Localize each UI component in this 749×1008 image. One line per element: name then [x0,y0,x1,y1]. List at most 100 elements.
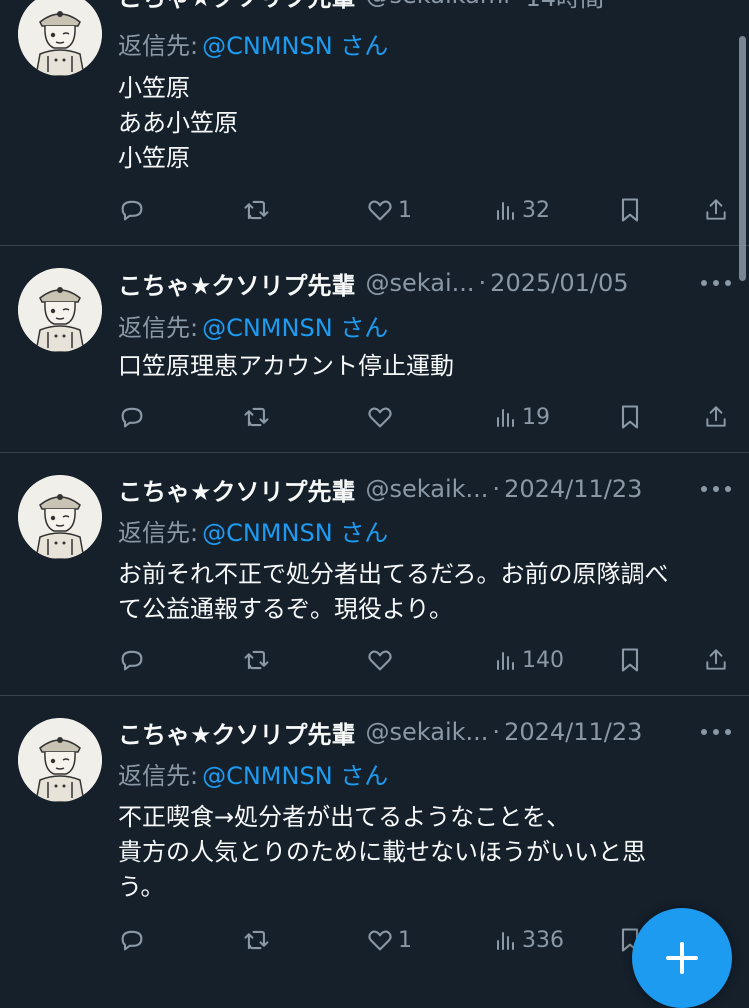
reply-button[interactable] [118,642,146,678]
like-button[interactable]: 1 [366,922,412,958]
bookmark-button[interactable] [618,192,642,228]
view-count: 32 [522,197,550,223]
more-button[interactable] [701,725,731,739]
reply-to-link[interactable]: @CNMNSN さん [202,519,388,547]
tweet-header: こちゃ★クソリプ先輩 @sekaik... · 2024/11/23 [118,472,749,506]
heart-icon [368,930,392,951]
views-icon [497,409,514,427]
more-icon [713,280,719,286]
tweet-text-line: 不正喫食→処分者が出てるようなことを、 [118,803,571,831]
scrollbar[interactable] [739,36,746,281]
views-button[interactable]: 19 [494,399,550,435]
retweet-button[interactable] [242,192,272,228]
timestamp[interactable]: 2025/01/05 [490,269,628,297]
display-name[interactable]: こちゃ★クソリプ先輩 [118,266,356,301]
more-icon [725,729,731,735]
reply-to-link[interactable]: @CNMNSN さん [202,314,388,342]
like-count: 1 [398,927,412,953]
like-button[interactable]: 1 [366,192,412,228]
tweet-text: 不正喫食→処分者が出てるようなことを、 貴方の人気とりのために載せないほうがいい… [118,800,729,905]
avatar[interactable] [18,475,102,559]
user-handle[interactable]: @sekaikami [366,0,510,9]
retweet-icon [244,650,269,670]
retweet-button[interactable] [242,399,272,435]
tweet-text-line: 小笠原 [118,144,190,172]
separator-dot: · [492,475,501,503]
timestamp[interactable]: 2024/11/23 [504,475,642,503]
views-button[interactable]: 336 [494,922,564,958]
display-name[interactable]: こちゃ★クソリプ先輩 [118,0,356,13]
reply-icon [121,930,143,951]
tweet[interactable]: こちゃ★クソリプ先輩 @sekai... · 2025/01/05 返信先: @C… [0,246,749,453]
avatar[interactable] [18,718,102,802]
reply-label: 返信先: [118,519,199,547]
user-handle[interactable]: @sekai... [366,269,475,297]
more-icon [713,729,719,735]
views-button[interactable]: 32 [494,192,550,228]
more-icon [701,486,707,492]
retweet-button[interactable] [242,642,272,678]
tweet[interactable]: こちゃ★クソリプ先輩 @sekaik... · 2024/11/23 返信先: @… [0,696,749,965]
timestamp[interactable]: 14時間 [526,0,605,13]
more-button[interactable] [701,482,731,496]
display-name[interactable]: こちゃ★クソリプ先輩 [118,715,356,750]
retweet-icon [244,200,269,220]
bookmark-button[interactable] [618,399,642,435]
reply-button[interactable] [118,399,146,435]
tweet-header: こちゃ★クソリプ先輩 @sekaikami · 14時間 [118,0,749,12]
bookmark-icon [621,405,639,429]
retweet-icon [244,930,269,950]
reply-label: 返信先: [118,314,199,342]
tweet-text-line: て公益通報するぞ。現役より。 [118,595,454,623]
views-icon [497,202,514,220]
reply-to-link[interactable]: @CNMNSN さん [202,32,388,60]
like-button[interactable] [366,399,398,435]
compose-button[interactable] [632,908,732,1008]
more-icon [701,729,707,735]
tweet-text-line: 貴方の人気とりのために載せないほうがいいと思 [118,838,646,866]
tweet-text-line: ああ小笠原 [118,109,238,137]
display-name[interactable]: こちゃ★クソリプ先輩 [118,472,356,507]
views-button[interactable]: 140 [494,642,564,678]
bookmark-icon [621,648,639,672]
avatar[interactable] [18,268,102,352]
tweet-text: 小笠原 ああ小笠原 小笠原 [118,71,729,176]
user-handle[interactable]: @sekaik... [366,718,489,746]
tweet-text-line: 小笠原 [118,74,190,102]
tweet-actions: 140 [0,642,749,678]
avatar[interactable] [18,0,102,76]
tweet-text: お前それ不正で処分者出てるだろ。お前の原隊調べ て公益通報するぞ。現役より。 [118,557,729,627]
more-icon [713,486,719,492]
bookmark-button[interactable] [618,642,642,678]
view-count: 336 [522,927,564,953]
reply-icon [121,200,143,221]
tweet[interactable]: こちゃ★クソリプ先輩 @sekaik... · 2024/11/23 返信先: @… [0,453,749,696]
more-button[interactable] [701,276,731,290]
timestamp[interactable]: 2024/11/23 [504,718,642,746]
reply-label: 返信先: [118,32,199,60]
views-icon [497,932,514,950]
tweet-actions: 19 [0,399,749,435]
avatar-image [18,0,102,76]
like-count: 1 [398,197,412,223]
retweet-button[interactable] [242,922,272,958]
share-icon [706,199,726,220]
share-button[interactable] [703,642,729,678]
tweet-header: こちゃ★クソリプ先輩 @sekaik... · 2024/11/23 [118,715,749,749]
user-handle[interactable]: @sekaik... [366,475,489,503]
reply-button[interactable] [118,922,146,958]
heart-icon [368,200,392,221]
reply-to-link[interactable]: @CNMNSN さん [202,762,388,790]
reply-icon [121,650,143,671]
tweet-text: 口笠原理恵アカウント停止運動 [118,349,729,384]
reply-icon [121,407,143,428]
like-button[interactable] [366,642,398,678]
share-button[interactable] [703,192,729,228]
tweet[interactable]: こちゃ★クソリプ先輩 @sekaikami · 14時間 返信先:@CNMNSN… [0,0,749,246]
separator-dot: · [514,0,522,9]
share-button[interactable] [703,399,729,435]
heart-icon [368,407,392,428]
plus-icon [666,942,698,974]
reply-button[interactable] [118,192,146,228]
views-icon [497,652,514,670]
